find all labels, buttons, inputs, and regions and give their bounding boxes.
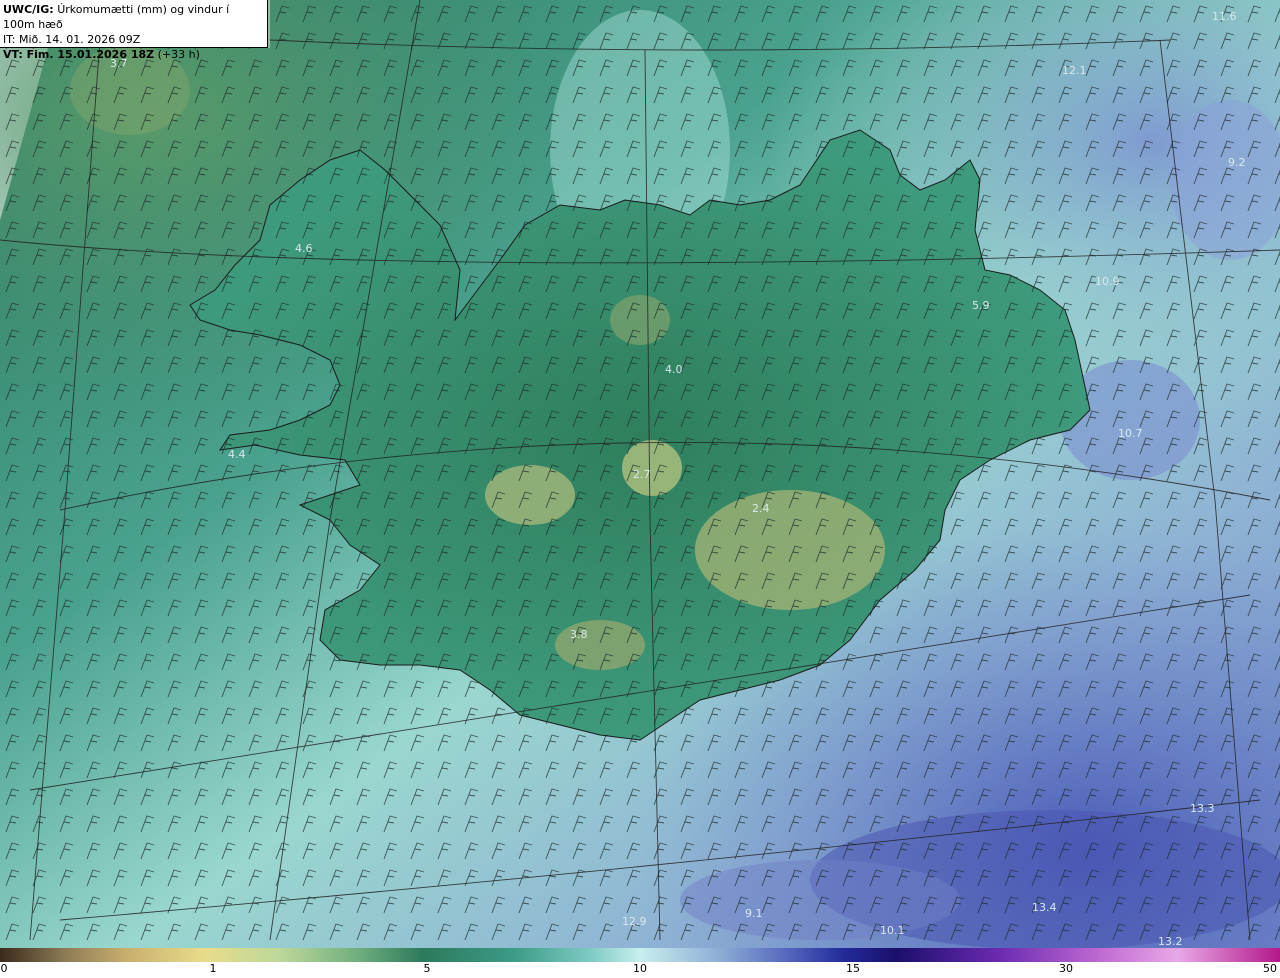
value-label: 11.6 bbox=[1212, 10, 1237, 23]
colorbar: 0 1 5 10 15 30 50 bbox=[0, 948, 1280, 978]
map-title-box: UWC/IG: Úrkomumætti (mm) og vindur í 100… bbox=[0, 0, 268, 61]
colorbar-tick: 10 bbox=[633, 962, 647, 975]
value-label: 13.2 bbox=[1158, 935, 1183, 948]
value-label: 3.8 bbox=[570, 628, 588, 641]
value-label: 9.1 bbox=[745, 907, 763, 920]
lead-time: (+33 h) bbox=[157, 48, 200, 61]
value-label: 13.3 bbox=[1190, 802, 1215, 815]
valid-time-line: VT: Fim. 15.01.2026 18Z (+33 h) bbox=[3, 47, 264, 62]
model-label: UWC/IG: bbox=[3, 3, 54, 16]
valid-time: VT: Fim. 15.01.2026 18Z bbox=[3, 48, 155, 61]
value-label: 10.7 bbox=[1118, 427, 1143, 440]
value-label: 12.1 bbox=[1062, 64, 1087, 77]
colorbar-strip bbox=[0, 948, 1280, 962]
colorbar-tick: 5 bbox=[423, 962, 431, 975]
colorbar-tick: 15 bbox=[846, 962, 860, 975]
colorbar-tick: 0 bbox=[0, 962, 8, 975]
colorbar-tick: 30 bbox=[1059, 962, 1073, 975]
value-label: 2.4 bbox=[752, 502, 770, 515]
value-label: 13.4 bbox=[1032, 901, 1057, 914]
precipitation-map: 3.7 4.6 4.4 4.0 2.7 2.4 5.9 3.8 11.6 12.… bbox=[0, 0, 1280, 948]
colorbar-tick: 50 bbox=[1263, 962, 1277, 975]
value-label: 4.6 bbox=[295, 242, 313, 255]
value-label: 12.9 bbox=[622, 915, 647, 928]
value-label: 2.7 bbox=[633, 468, 651, 481]
value-label: 4.0 bbox=[665, 363, 683, 376]
value-label: 10.1 bbox=[880, 924, 905, 937]
title-line: UWC/IG: Úrkomumætti (mm) og vindur í 100… bbox=[3, 2, 264, 32]
value-label: 10.9 bbox=[1095, 275, 1120, 288]
value-label: 9.2 bbox=[1228, 156, 1246, 169]
value-label: 5.9 bbox=[972, 299, 990, 312]
init-time: IT: Mið. 14. 01. 2026 09Z bbox=[3, 33, 141, 46]
value-label: 4.4 bbox=[228, 448, 246, 461]
colorbar-tick: 1 bbox=[209, 962, 217, 975]
